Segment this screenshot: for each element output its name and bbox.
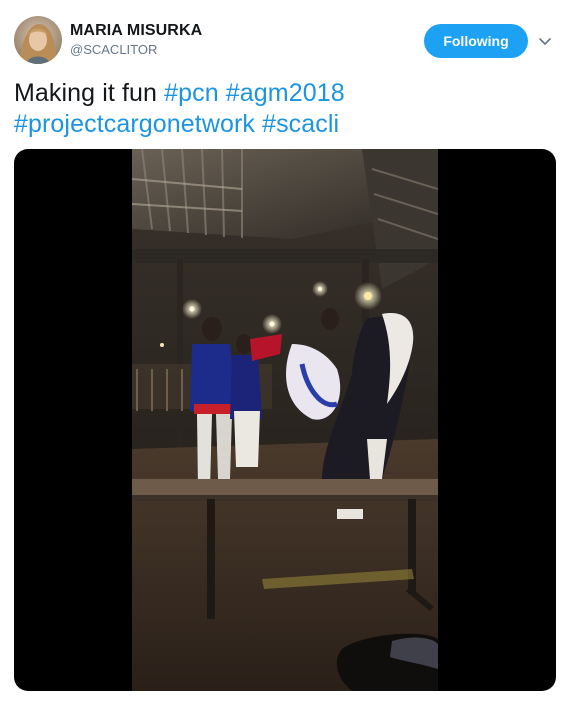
avatar[interactable]	[14, 16, 62, 64]
video-still	[132, 149, 438, 691]
tweet-header: MARIA MISURKA @SCACLITOR Following	[14, 16, 560, 66]
video-scene-image	[132, 149, 438, 691]
author-display-name[interactable]: MARIA MISURKA	[70, 21, 202, 40]
tweet-text: Making it fun #pcn #agm2018 #projectcargo…	[14, 78, 554, 140]
chevron-down-icon	[539, 38, 551, 45]
author-handle[interactable]: @SCACLITOR	[70, 41, 202, 58]
tweet-card: MARIA MISURKA @SCACLITOR Following Makin…	[0, 0, 570, 701]
author-info: MARIA MISURKA @SCACLITOR	[70, 21, 202, 58]
following-button[interactable]: Following	[424, 24, 528, 58]
tweet-menu-caret[interactable]	[538, 35, 552, 47]
hashtag-projectcargonetwork[interactable]: #projectcargonetwork	[14, 110, 255, 138]
hashtag-scacli[interactable]: #scacli	[262, 110, 339, 138]
tweet-video[interactable]	[14, 149, 556, 691]
hashtag-pcn[interactable]: #pcn	[164, 79, 219, 107]
tweet-text-plain: Making it fun	[14, 79, 165, 107]
hashtag-agm2018[interactable]: #agm2018	[226, 79, 345, 107]
avatar-photo-icon	[14, 16, 62, 64]
